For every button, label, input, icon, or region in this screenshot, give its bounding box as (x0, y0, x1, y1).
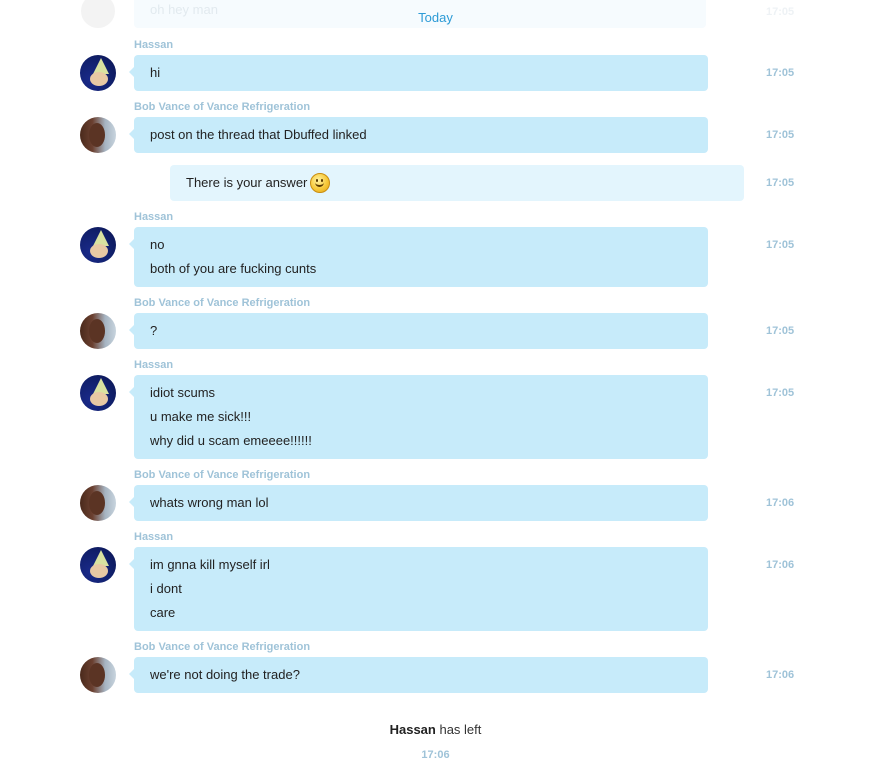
message-line: both of you are fucking cunts (150, 261, 317, 276)
gnome-face-icon (90, 72, 108, 86)
gnome-face-icon (90, 244, 108, 258)
system-event: Hassan has left (0, 722, 871, 737)
gnome-face-icon (90, 564, 108, 578)
system-event-user[interactable]: Hassan (390, 722, 436, 737)
avatar-bob[interactable] (80, 657, 116, 693)
message-sender[interactable]: Hassan (134, 39, 173, 51)
message-time: 17:05 (766, 387, 795, 399)
message-line: idiot scums (150, 385, 216, 400)
gnome-face-icon (90, 392, 108, 406)
message-time: 17:06 (766, 497, 795, 509)
face-icon (89, 123, 105, 147)
message-bubble[interactable]: There is your answer (170, 165, 744, 201)
message-bubble[interactable]: im gnna kill myself irl i dont care (129, 547, 708, 631)
avatar-hassan[interactable] (80, 547, 116, 583)
avatar-bob[interactable] (80, 485, 116, 521)
message-time: 17:06 (766, 669, 795, 681)
message-sender[interactable]: Hassan (134, 531, 173, 543)
message-sender[interactable]: Hassan (134, 211, 173, 223)
message-line: u make me sick!!! (150, 409, 252, 424)
message-line: post on the thread that Dbuffed linked (150, 127, 367, 142)
message-time: 17:06 (766, 559, 795, 571)
message-time: 17:05 (766, 325, 795, 337)
message-time: 17:05 (766, 239, 795, 251)
message-time: 17:05 (766, 129, 795, 141)
message-line: hi (150, 65, 161, 80)
message-line: im gnna kill myself irl (150, 557, 270, 572)
avatar-hassan[interactable] (80, 375, 116, 411)
smiley-icon (310, 172, 331, 193)
message-sender[interactable]: Bob Vance of Vance Refrigeration (134, 101, 310, 113)
message-line: whats wrong man lol (150, 495, 269, 510)
system-event-text: has left (439, 722, 482, 737)
message-bubble[interactable]: whats wrong man lol (129, 485, 708, 521)
message-line: There is your answer (186, 171, 728, 195)
message-bubble[interactable]: ? (129, 313, 708, 349)
avatar-hassan[interactable] (80, 55, 116, 91)
day-divider: Today (418, 10, 453, 25)
message-line: why did u scam emeeee!!!!!! (150, 433, 312, 448)
face-icon (89, 663, 105, 687)
chat-conversation: oh hey man 17:05 Today Hassan hi 17:05 B… (0, 0, 871, 777)
message-sender[interactable]: Hassan (134, 359, 173, 371)
face-icon (89, 491, 105, 515)
message-bubble[interactable]: we're not doing the trade? (129, 657, 708, 693)
message-line: no (150, 237, 165, 252)
face-icon (89, 319, 105, 343)
avatar-hassan[interactable] (80, 227, 116, 263)
message-time: 17:05 (766, 177, 795, 189)
message-sender[interactable]: Bob Vance of Vance Refrigeration (134, 641, 310, 653)
message-bubble[interactable]: no both of you are fucking cunts (129, 227, 708, 287)
message-time: 17:05 (766, 67, 795, 79)
message-sender[interactable]: Bob Vance of Vance Refrigeration (134, 297, 310, 309)
message-line: care (150, 605, 176, 620)
avatar-bob[interactable] (80, 313, 116, 349)
message-line: we're not doing the trade? (150, 667, 300, 682)
message-bubble[interactable]: hi (129, 55, 708, 91)
avatar-bob[interactable] (80, 117, 116, 153)
message-line: i dont (150, 581, 182, 596)
system-event-time: 17:06 (421, 749, 450, 761)
message-line: ? (150, 323, 158, 338)
message-sender[interactable]: Bob Vance of Vance Refrigeration (134, 469, 310, 481)
message-bubble[interactable]: idiot scums u make me sick!!! why did u … (129, 375, 708, 459)
message-text: There is your answer (186, 175, 308, 190)
message-bubble[interactable]: post on the thread that Dbuffed linked (129, 117, 708, 153)
